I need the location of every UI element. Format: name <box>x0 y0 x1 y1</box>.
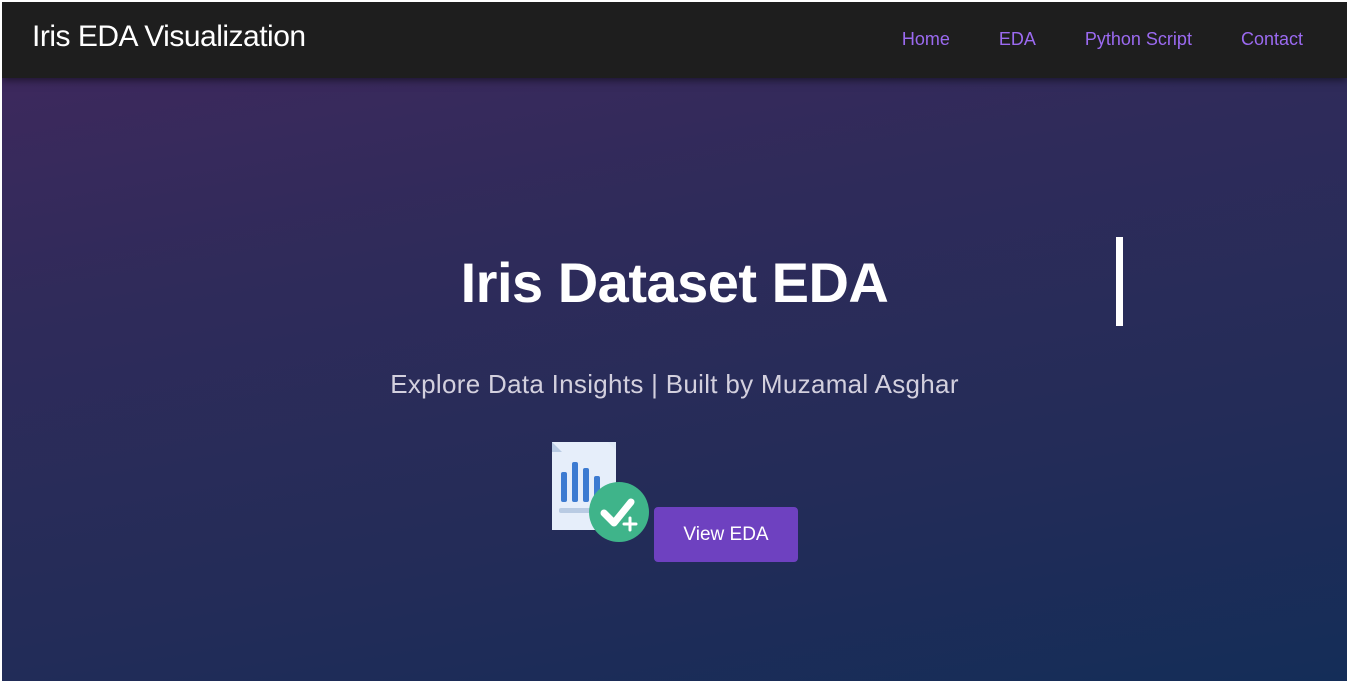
nav-link-eda[interactable]: EDA <box>999 29 1036 50</box>
navbar: Iris EDA Visualization Home EDA Python S… <box>2 2 1347 78</box>
hero-title: Iris Dataset EDA <box>460 251 889 314</box>
report-chart-check-icon <box>548 442 652 544</box>
hero-subtitle: Explore Data Insights | Built by Muzamal… <box>390 369 959 399</box>
page-frame: Iris EDA Visualization Home EDA Python S… <box>2 2 1347 681</box>
brand-title[interactable]: Iris EDA Visualization <box>32 20 306 54</box>
nav-link-python-script[interactable]: Python Script <box>1085 29 1192 50</box>
nav-links: Home EDA Python Script Contact <box>853 29 1303 50</box>
nav-link-contact[interactable]: Contact <box>1241 29 1303 50</box>
nav-link-home[interactable]: Home <box>902 29 950 50</box>
view-eda-button[interactable]: View EDA <box>654 507 798 562</box>
typing-cursor <box>1116 237 1123 326</box>
